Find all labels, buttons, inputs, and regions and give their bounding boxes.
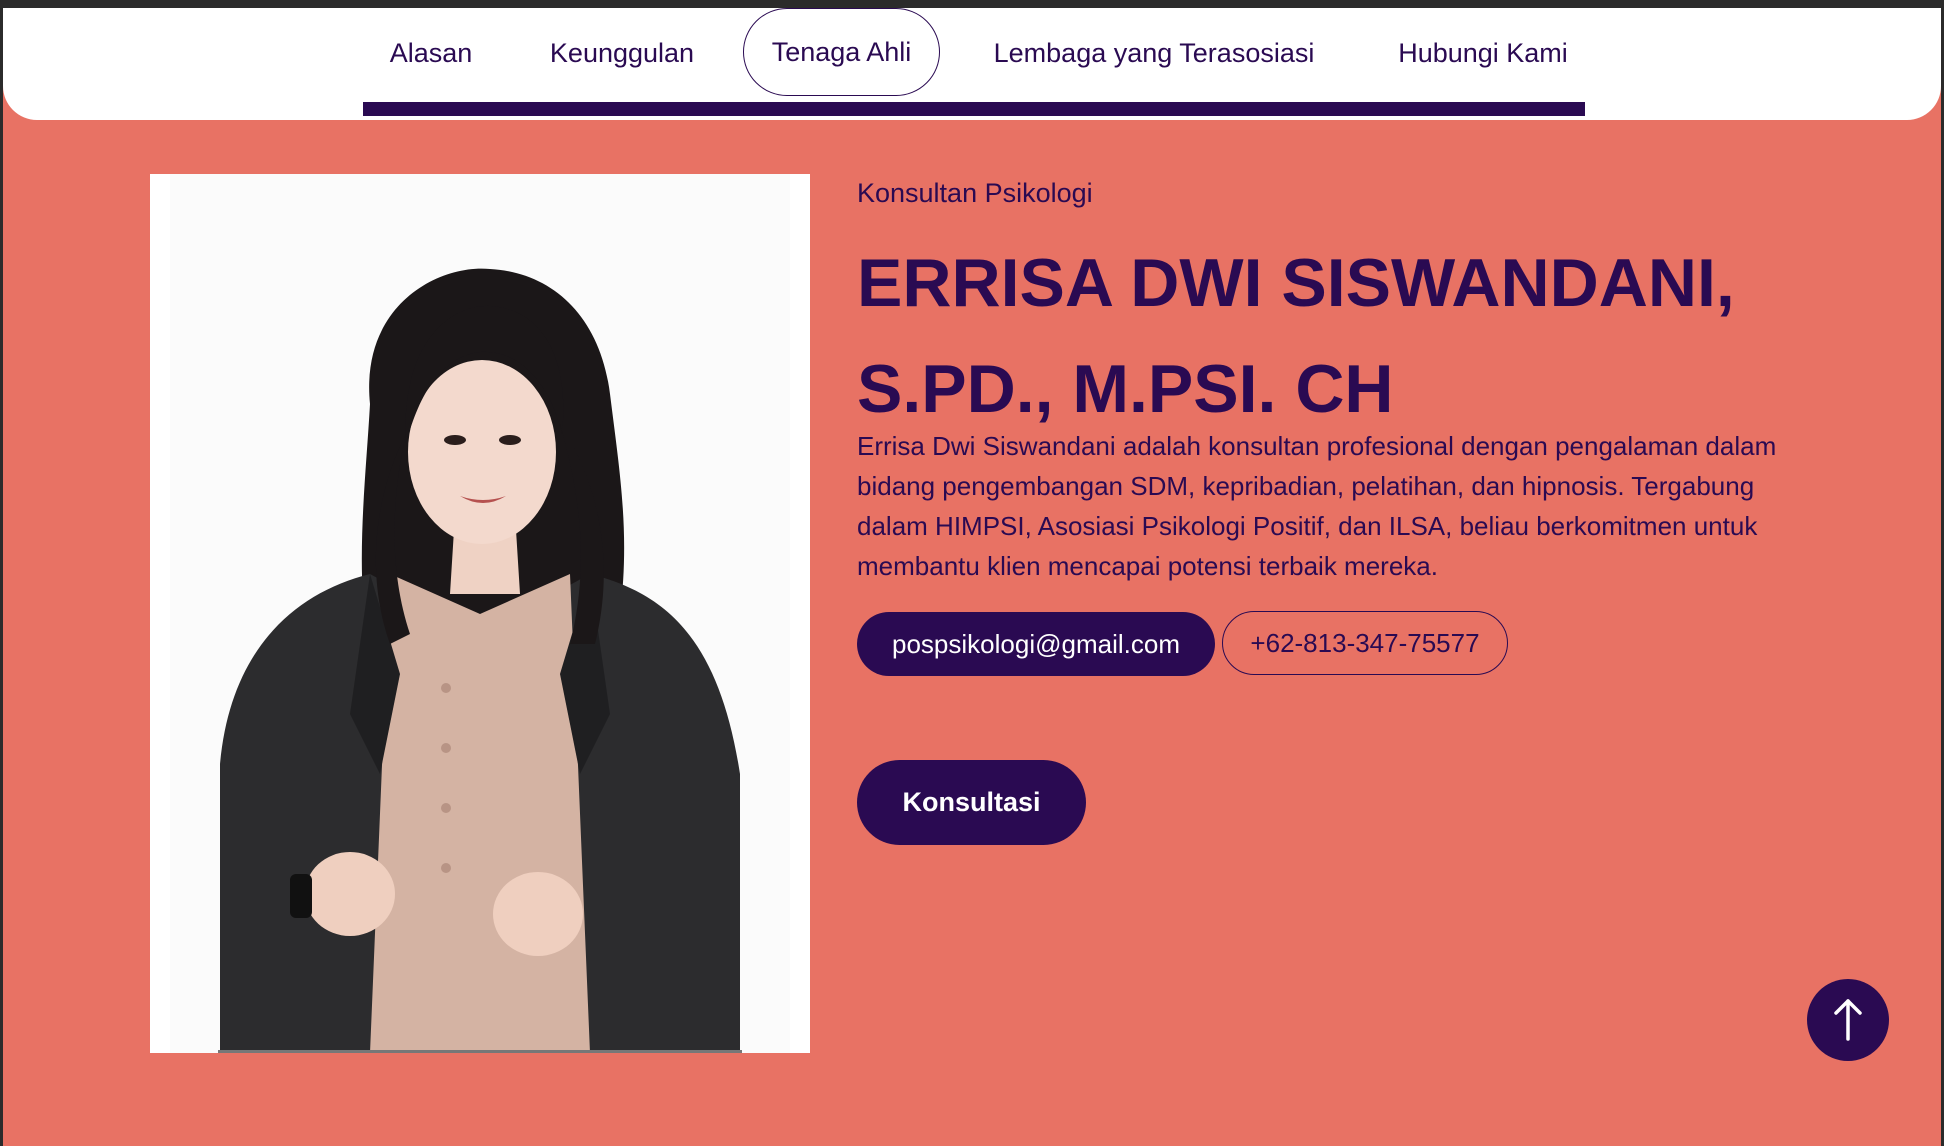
nav-item-tenaga-ahli[interactable]: Tenaga Ahli xyxy=(743,8,940,96)
nav-item-alasan[interactable]: Alasan xyxy=(356,8,506,98)
email-button[interactable]: pospsikologi@gmail.com xyxy=(857,612,1215,676)
profile-name-line-1: ERRISA DWI SISWANDANI, xyxy=(857,245,1735,321)
nav-item-keunggulan[interactable]: Keunggulan xyxy=(533,8,711,98)
phone-button[interactable]: +62-813-347-75577 xyxy=(1222,611,1508,675)
nav-active-underline xyxy=(363,102,1585,116)
nav-item-lembaga[interactable]: Lembaga yang Terasosiasi xyxy=(978,8,1330,98)
profile-role: Konsultan Psikologi xyxy=(857,178,1093,208)
page-viewport: Alasan Keunggulan Tenaga Ahli Lembaga ya… xyxy=(3,8,1941,1146)
scroll-to-top-button[interactable] xyxy=(1807,979,1889,1061)
top-navigation: Alasan Keunggulan Tenaga Ahli Lembaga ya… xyxy=(3,8,1941,120)
arrow-up-icon xyxy=(1834,999,1862,1041)
profile-bio: Errisa Dwi Siswandani adalah konsultan p… xyxy=(857,431,1777,581)
portrait-illustration xyxy=(150,174,810,1053)
profile-photo xyxy=(150,174,810,1053)
profile-name: ERRISA DWI SISWANDANI, S.PD., M.PSI. CH xyxy=(857,230,1877,442)
nav-item-hubungi-kami[interactable]: Hubungi Kami xyxy=(1378,8,1588,98)
konsultasi-button[interactable]: Konsultasi xyxy=(857,760,1086,845)
